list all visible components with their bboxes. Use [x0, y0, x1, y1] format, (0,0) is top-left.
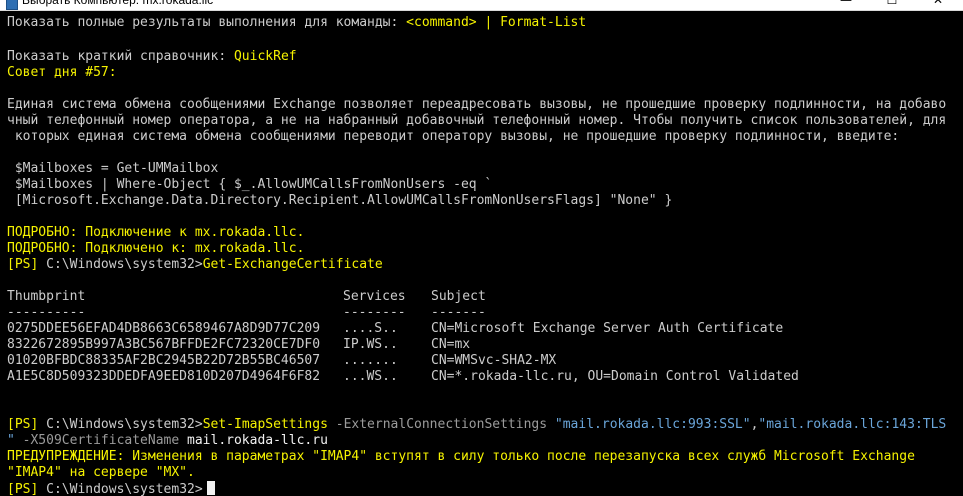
prompt-prefix: [PS] — [7, 482, 47, 496]
separator: ---------- — [7, 305, 86, 320]
tip-text-line: чный телефонный номер оператора, а не на… — [7, 113, 947, 128]
command-string-value: " — [7, 433, 15, 448]
help-line-format-list: Показать полные результаты выполнения дл… — [7, 15, 586, 31]
cell-subject: CN=WMSvc-SHA2-MX — [431, 353, 557, 368]
close-button[interactable]: ✕ — [915, 0, 961, 10]
command-string-value: "mail.rokada.llc:143:TLS — [758, 417, 947, 432]
column-header-services: Services — [343, 289, 406, 304]
cell-services: ....... — [343, 353, 398, 368]
tip-code-line: $Mailboxes = Get-UMMailbox — [7, 161, 219, 176]
tip-text-line: Единая система обмена сообщениями Exchan… — [7, 97, 947, 112]
command-text: Set-ImapSettings — [202, 417, 328, 432]
help-command: <command> | Format-List — [406, 15, 587, 30]
prompt-prefix: [PS] — [7, 417, 47, 432]
powershell-window: Выбрать Компьютер: mx.rokada.llc — ☐ ✕ П… — [0, 0, 963, 496]
tip-header: Совет дня #57: — [7, 65, 117, 80]
warning-line: ПРЕДУПРЕЖДЕНИЕ: Изменения в параметрах "… — [7, 449, 915, 464]
cell-services: ...WS.. — [343, 369, 398, 384]
powershell-icon — [6, 0, 18, 10]
console-output[interactable]: Показать полные результаты выполнения дл… — [0, 11, 963, 496]
command-parameter: -X509CertificateName — [14, 433, 188, 448]
help-text: Показать полные результаты выполнения дл… — [7, 15, 407, 30]
maximize-button[interactable]: ☐ — [869, 0, 915, 10]
column-header-thumbprint: Thumbprint — [7, 289, 86, 304]
cell-subject: CN=Microsoft Exchange Server Auth Certif… — [431, 321, 784, 336]
help-line-quickref: Показать краткий справочник: QuickRef — [7, 49, 297, 65]
prompt-line: [PS] C:\Windows\system32>Get-ExchangeCer… — [7, 257, 383, 273]
command-argument: mail.rokada-llc.ru — [187, 433, 328, 448]
prompt-continuation-line: " -X509CertificateName mail.rokada-llc.r… — [7, 433, 328, 449]
command-string-value: "mail.rokada.llc:993:SSL" — [554, 417, 751, 432]
prompt-path: C:\Windows\system32> — [46, 417, 203, 432]
command-parameter: -ExternalConnectionSettings — [327, 417, 555, 432]
cell-subject: CN=*.rokada-llc.ru, OU=Domain Control Va… — [431, 369, 799, 384]
prompt-line[interactable]: [PS] C:\Windows\system32> — [7, 481, 215, 496]
tip-text-line: которых единая система обмена сообщениям… — [7, 129, 900, 144]
cell-services: IP.WS.. — [343, 337, 398, 352]
column-header-subject: Subject — [431, 289, 486, 304]
separator: ------- — [431, 305, 486, 320]
verbose-line: ПОДРОБНО: Подключено к: mx.rokada.llc. — [7, 241, 305, 256]
cell-thumbprint: 8322672895B997A3BC567BFFDE2FC72320CE7DF0 — [7, 337, 321, 352]
minimize-button[interactable]: — — [823, 0, 869, 10]
verbose-line: ПОДРОБНО: Подключение к mx.rokada.llc. — [7, 225, 305, 240]
tip-code-line: [Microsoft.Exchange.Data.Directory.Recip… — [7, 193, 673, 208]
title-bar[interactable]: Выбрать Компьютер: mx.rokada.llc — ☐ ✕ — [0, 0, 963, 11]
prompt-prefix: [PS] — [7, 257, 47, 272]
window-title: Выбрать Компьютер: mx.rokada.llc — [22, 0, 214, 7]
prompt-path: C:\Windows\system32> — [46, 257, 203, 272]
cell-thumbprint: 01020BFBDC88335AF2BC2945B22D72B55BC46507 — [7, 353, 321, 368]
text-cursor — [206, 481, 215, 495]
prompt-path: C:\Windows\system32> — [46, 482, 203, 496]
cell-subject: CN=mx — [431, 337, 471, 352]
cell-services: ....S.. — [343, 321, 398, 336]
prompt-line: [PS] C:\Windows\system32>Set-ImapSetting… — [7, 417, 946, 433]
cell-thumbprint: 0275DDEE56EFAD4DB8663C6589467A8D9D77C209 — [7, 321, 321, 336]
warning-line: "IMAP4" на сервере "MX". — [7, 465, 195, 480]
help-text: Показать краткий справочник: — [7, 49, 234, 64]
help-command: QuickRef — [233, 49, 297, 64]
command-text: Get-ExchangeCertificate — [202, 257, 383, 272]
separator: -------- — [343, 305, 406, 320]
cell-thumbprint: A1E5C8D509323DDEDFA9EED810D207D4964F6F82 — [7, 369, 321, 384]
tip-code-line: $Mailboxes | Where-Object { $_.AllowUMCa… — [7, 177, 493, 192]
